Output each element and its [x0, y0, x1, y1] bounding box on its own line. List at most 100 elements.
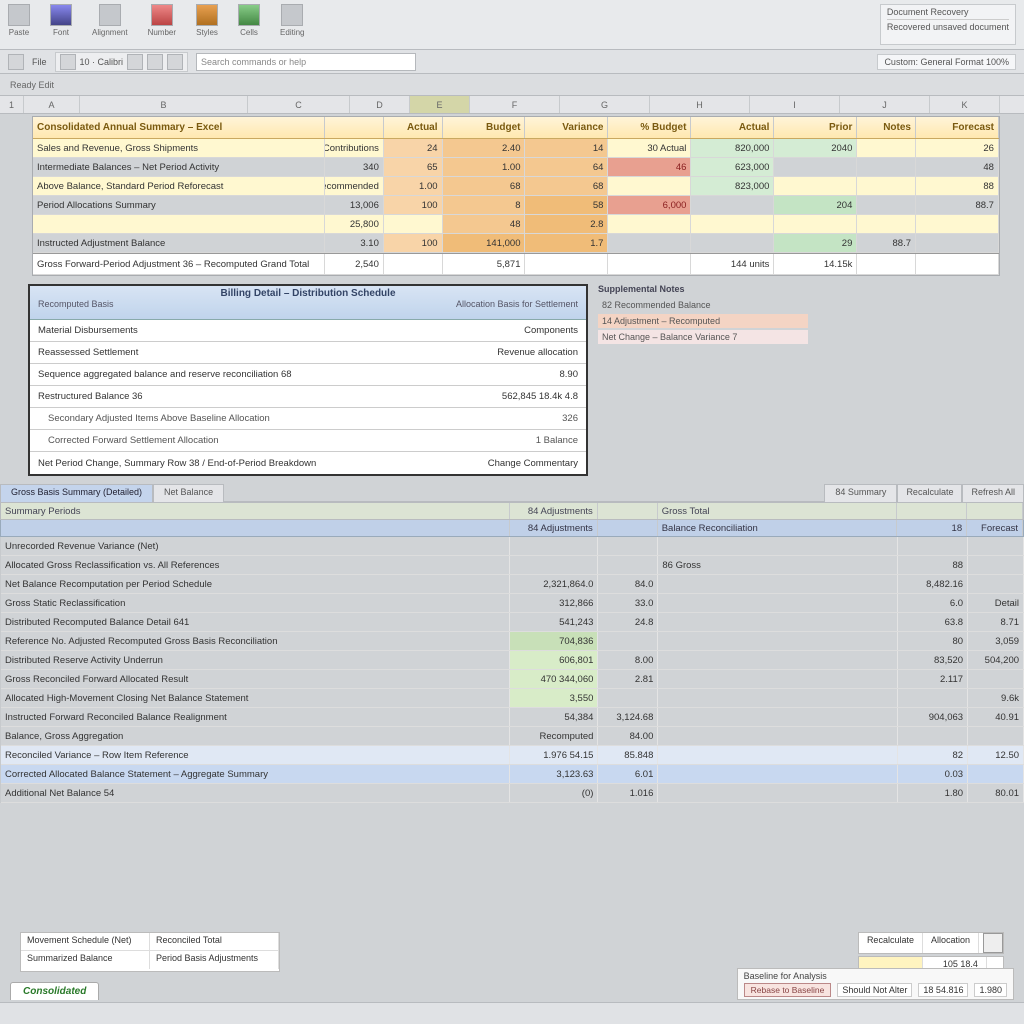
cell[interactable]: 3,059: [968, 632, 1024, 650]
cell[interactable]: 2,321,864.0: [510, 575, 598, 593]
col-f[interactable]: F: [470, 96, 560, 113]
cell[interactable]: 29: [774, 234, 857, 252]
font-group[interactable]: 10 · Calibri: [55, 52, 189, 72]
cell[interactable]: [658, 594, 898, 612]
tab-net-balance[interactable]: Net Balance: [153, 484, 224, 502]
list-item[interactable]: Restructured Balance 36562,845 18.4k 4.8: [30, 386, 586, 408]
cell[interactable]: 1.80: [898, 784, 968, 802]
cell[interactable]: Detail: [968, 594, 1024, 612]
cell[interactable]: 1.00: [384, 177, 443, 195]
rebase-button[interactable]: Rebase to Baseline: [744, 983, 832, 997]
col-d[interactable]: D: [350, 96, 410, 113]
cell[interactable]: [598, 537, 658, 555]
cell[interactable]: [658, 575, 898, 593]
ribbon-group-cells[interactable]: Cells: [238, 4, 260, 45]
select-all-corner[interactable]: 1: [0, 96, 24, 113]
ribbon-group-align[interactable]: Alignment: [92, 4, 128, 45]
cell[interactable]: Period Allocations Summary: [33, 196, 325, 214]
file-button[interactable]: [8, 54, 24, 70]
col-b[interactable]: B: [80, 96, 248, 113]
cell[interactable]: Allocated Gross Reclassification vs. All…: [1, 556, 510, 574]
cell[interactable]: Gross Reconciled Forward Allocated Resul…: [1, 670, 510, 688]
cell[interactable]: Additional Net Balance 54: [1, 784, 510, 802]
cell[interactable]: 204: [774, 196, 857, 214]
cell[interactable]: 100: [384, 234, 443, 252]
underline-icon[interactable]: [147, 54, 163, 70]
col-j[interactable]: J: [840, 96, 930, 113]
cell[interactable]: 1.976 54.15: [510, 746, 598, 764]
cell[interactable]: 8,482.16: [898, 575, 968, 593]
cell[interactable]: 8.71: [968, 613, 1024, 631]
list-item[interactable]: Material DisbursementsComponents: [30, 320, 586, 342]
cell[interactable]: 904,063: [898, 708, 968, 726]
cell[interactable]: [898, 537, 968, 555]
cell[interactable]: [658, 727, 898, 745]
cell[interactable]: 504,200: [968, 651, 1024, 669]
ribbon-group-number[interactable]: Number: [148, 4, 176, 45]
cell[interactable]: [510, 537, 598, 555]
cell[interactable]: 88.7: [857, 234, 916, 252]
col-a[interactable]: A: [24, 96, 80, 113]
expand-icon[interactable]: [983, 933, 1003, 953]
cell[interactable]: 820,000: [691, 139, 774, 157]
cell[interactable]: 9.6k: [968, 689, 1024, 707]
cell[interactable]: [598, 556, 658, 574]
cell[interactable]: 3,550: [510, 689, 598, 707]
search-input[interactable]: Search commands or help: [196, 53, 416, 71]
cell[interactable]: Instructed Adjustment Balance: [33, 234, 325, 252]
cell[interactable]: [658, 651, 898, 669]
cell[interactable]: 623,000: [691, 158, 774, 176]
cell[interactable]: [774, 177, 857, 195]
cell[interactable]: 3,123.63: [510, 765, 598, 783]
cell[interactable]: [968, 727, 1024, 745]
cell[interactable]: 823,000: [691, 177, 774, 195]
cell[interactable]: [608, 215, 691, 233]
table-row[interactable]: Movement Schedule (Net) Reconciled Total: [21, 933, 279, 951]
cell[interactable]: [774, 158, 857, 176]
cell[interactable]: Recomputed: [510, 727, 598, 745]
cell[interactable]: 6.01: [598, 765, 658, 783]
cell[interactable]: Intermediate Balances – Net Period Activ…: [33, 158, 325, 176]
cell[interactable]: 30 Actual: [608, 139, 691, 157]
ribbon-group-paste[interactable]: Paste: [8, 4, 30, 45]
col-e[interactable]: E: [410, 96, 470, 113]
baseline-field-2[interactable]: 18 54.816: [918, 983, 968, 997]
cell[interactable]: 13,006: [325, 196, 384, 214]
cell[interactable]: 1.016: [598, 784, 658, 802]
btn-recalculate[interactable]: Recalculate: [897, 484, 962, 502]
cell[interactable]: 80.01: [968, 784, 1024, 802]
cell[interactable]: 141,000: [443, 234, 526, 252]
cell[interactable]: [608, 177, 691, 195]
cell[interactable]: 6.0: [898, 594, 968, 612]
list-item[interactable]: Net Period Change, Summary Row 38 / End-…: [30, 452, 586, 474]
btn-refresh-all[interactable]: Refresh All: [962, 484, 1024, 502]
cell[interactable]: [598, 689, 658, 707]
cell[interactable]: Corrected Allocated Balance Statement – …: [1, 765, 510, 783]
cell[interactable]: 86 Gross: [658, 556, 898, 574]
cell[interactable]: [898, 689, 968, 707]
cell[interactable]: 3,124.68: [598, 708, 658, 726]
list-item[interactable]: Sequence aggregated balance and reserve …: [30, 364, 586, 386]
cell[interactable]: [658, 708, 898, 726]
cell[interactable]: [658, 689, 898, 707]
cell[interactable]: 8.00: [598, 651, 658, 669]
col-i[interactable]: I: [750, 96, 840, 113]
cell[interactable]: 88: [898, 556, 968, 574]
cell[interactable]: Distributed Reserve Activity Underrun: [1, 651, 510, 669]
cell[interactable]: [857, 196, 916, 214]
cell[interactable]: [608, 234, 691, 252]
cell[interactable]: 83,520: [898, 651, 968, 669]
cell[interactable]: Instructed Forward Reconciled Balance Re…: [1, 708, 510, 726]
cell[interactable]: 2040: [774, 139, 857, 157]
cell[interactable]: Unrecorded Revenue Variance (Net): [1, 537, 510, 555]
format-readout[interactable]: Custom: General Format 100%: [877, 54, 1016, 70]
cell[interactable]: 68: [443, 177, 526, 195]
cell[interactable]: Distributed Recomputed Balance Detail 64…: [1, 613, 510, 631]
cell[interactable]: 63.8: [898, 613, 968, 631]
col-g[interactable]: G: [560, 96, 650, 113]
cell[interactable]: 12.50: [968, 746, 1024, 764]
cell[interactable]: 3.10: [325, 234, 384, 252]
cell[interactable]: 1.7: [525, 234, 608, 252]
cell[interactable]: [598, 632, 658, 650]
baseline-field-3[interactable]: 1.980: [974, 983, 1007, 997]
